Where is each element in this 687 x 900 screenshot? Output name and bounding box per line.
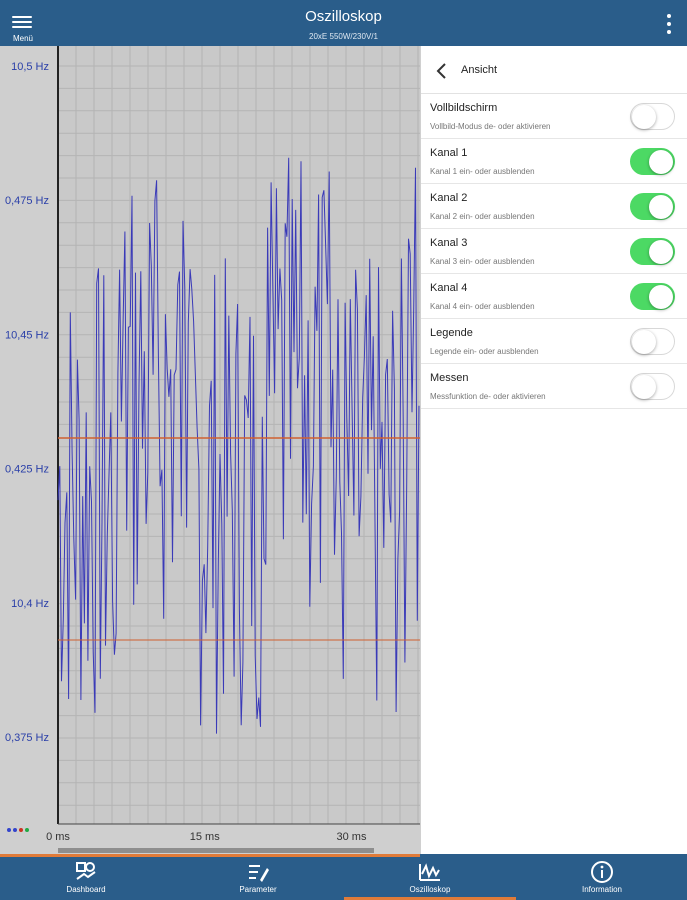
- nav-label: Parameter: [239, 885, 277, 894]
- setting-description: Kanal 1 ein- oder ausblenden: [430, 167, 535, 176]
- y-tick-label: 10,45 Hz: [5, 329, 49, 341]
- view-settings-panel: Ansicht Vollbildschirm Vollbild-Modus de-…: [420, 46, 687, 854]
- setting-toggle[interactable]: [630, 373, 675, 400]
- bottom-navigation: Dashboard Parameter Oszilloskop Information: [0, 854, 687, 900]
- nav-item-parameter[interactable]: Parameter: [172, 854, 344, 900]
- page-title: Oszilloskop: [305, 8, 382, 25]
- setting-row-vollbildschirm: Vollbildschirm Vollbild-Modus de- oder ak…: [421, 94, 687, 139]
- device-subtitle: 20xE 550W/230V/1: [309, 32, 378, 41]
- nav-label: Information: [581, 885, 623, 894]
- nav-label: Dashboard: [66, 885, 106, 894]
- setting-toggle[interactable]: [630, 103, 675, 130]
- toggle-knob: [649, 195, 673, 219]
- more-options-icon[interactable]: [663, 12, 675, 36]
- toggle-knob: [649, 150, 673, 174]
- x-tick-label: 30 ms: [337, 831, 367, 843]
- x-tick-label: 0 ms: [46, 831, 70, 843]
- oscilloscope-chart: 10,5 Hz 0,475 Hz 10,45 Hz 0,425 Hz 10,4 Hz 0,…: [5, 46, 420, 853]
- toggle-knob: [632, 330, 656, 354]
- info-icon: [590, 860, 614, 884]
- oscilloscope-icon: [418, 860, 442, 884]
- y-tick-label: 0,425 Hz: [5, 464, 49, 476]
- setting-toggle[interactable]: [630, 193, 675, 220]
- x-tick-label: 15 ms: [190, 831, 220, 843]
- setting-label: Messen: [430, 372, 469, 384]
- legend-dot: [25, 828, 29, 832]
- setting-label: Kanal 2: [430, 192, 468, 204]
- toggle-knob: [649, 240, 673, 264]
- toggle-knob: [632, 375, 656, 399]
- setting-description: Kanal 2 ein- oder ausblenden: [430, 212, 535, 221]
- chevron-left-icon: [436, 63, 446, 79]
- setting-toggle[interactable]: [630, 328, 675, 355]
- legend-dot: [13, 828, 17, 832]
- setting-row-kanal-4: Kanal 4 Kanal 4 ein- oder ausblenden: [421, 274, 687, 319]
- setting-toggle[interactable]: [630, 238, 675, 265]
- legend-dot: [7, 828, 11, 832]
- y-tick-label: 0,375 Hz: [5, 732, 49, 744]
- y-tick-label: 10,4 Hz: [11, 598, 49, 610]
- setting-description: Legende ein- oder ausblenden: [430, 347, 539, 356]
- back-button[interactable]: [431, 60, 453, 82]
- setting-label: Kanal 3: [430, 237, 468, 249]
- setting-row-legende: Legende Legende ein- oder ausblenden: [421, 319, 687, 364]
- setting-row-messen: Messen Messfunktion de- oder aktivieren: [421, 364, 687, 409]
- setting-row-kanal-1: Kanal 1 Kanal 1 ein- oder ausblenden: [421, 139, 687, 184]
- settings-list: Vollbildschirm Vollbild-Modus de- oder ak…: [421, 94, 687, 409]
- toggle-knob: [632, 105, 656, 129]
- setting-label: Vollbildschirm: [430, 102, 498, 114]
- panel-title: Ansicht: [461, 64, 498, 76]
- oscilloscope-plot[interactable]: 10,5 Hz 0,475 Hz 10,45 Hz 0,425 Hz 10,4 Hz 0,…: [0, 46, 420, 854]
- setting-toggle[interactable]: [630, 148, 675, 175]
- nav-label: Oszilloskop: [409, 885, 451, 894]
- setting-label: Kanal 4: [430, 282, 468, 294]
- legend-dot: [19, 828, 23, 832]
- y-tick-label: 10,5 Hz: [11, 61, 49, 73]
- setting-description: Kanal 4 ein- oder ausblenden: [430, 302, 535, 311]
- panel-header: Ansicht: [421, 46, 687, 94]
- setting-description: Vollbild-Modus de- oder aktivieren: [430, 122, 551, 131]
- setting-label: Kanal 1: [430, 147, 468, 159]
- toggle-knob: [649, 285, 673, 309]
- setting-label: Legende: [430, 327, 473, 339]
- app-root: Menü Oszilloskop 20xE 550W/230V/1 10,5 H…: [0, 0, 687, 900]
- nav-item-oszilloskop[interactable]: Oszilloskop: [344, 854, 516, 900]
- setting-description: Kanal 3 ein- oder ausblenden: [430, 257, 535, 266]
- y-tick-label: 0,475 Hz: [5, 195, 49, 207]
- nav-item-dashboard[interactable]: Dashboard: [0, 854, 172, 900]
- nav-item-information[interactable]: Information: [516, 854, 687, 900]
- parameter-icon: [246, 860, 270, 884]
- dashboard-icon: [74, 860, 98, 884]
- setting-row-kanal-3: Kanal 3 Kanal 3 ein- oder ausblenden: [421, 229, 687, 274]
- setting-row-kanal-2: Kanal 2 Kanal 2 ein- oder ausblenden: [421, 184, 687, 229]
- setting-description: Messfunktion de- oder aktivieren: [430, 392, 546, 401]
- scope-scrollbar: [58, 848, 374, 853]
- top-bar: Menü Oszilloskop 20xE 550W/230V/1: [0, 0, 687, 46]
- setting-toggle[interactable]: [630, 283, 675, 310]
